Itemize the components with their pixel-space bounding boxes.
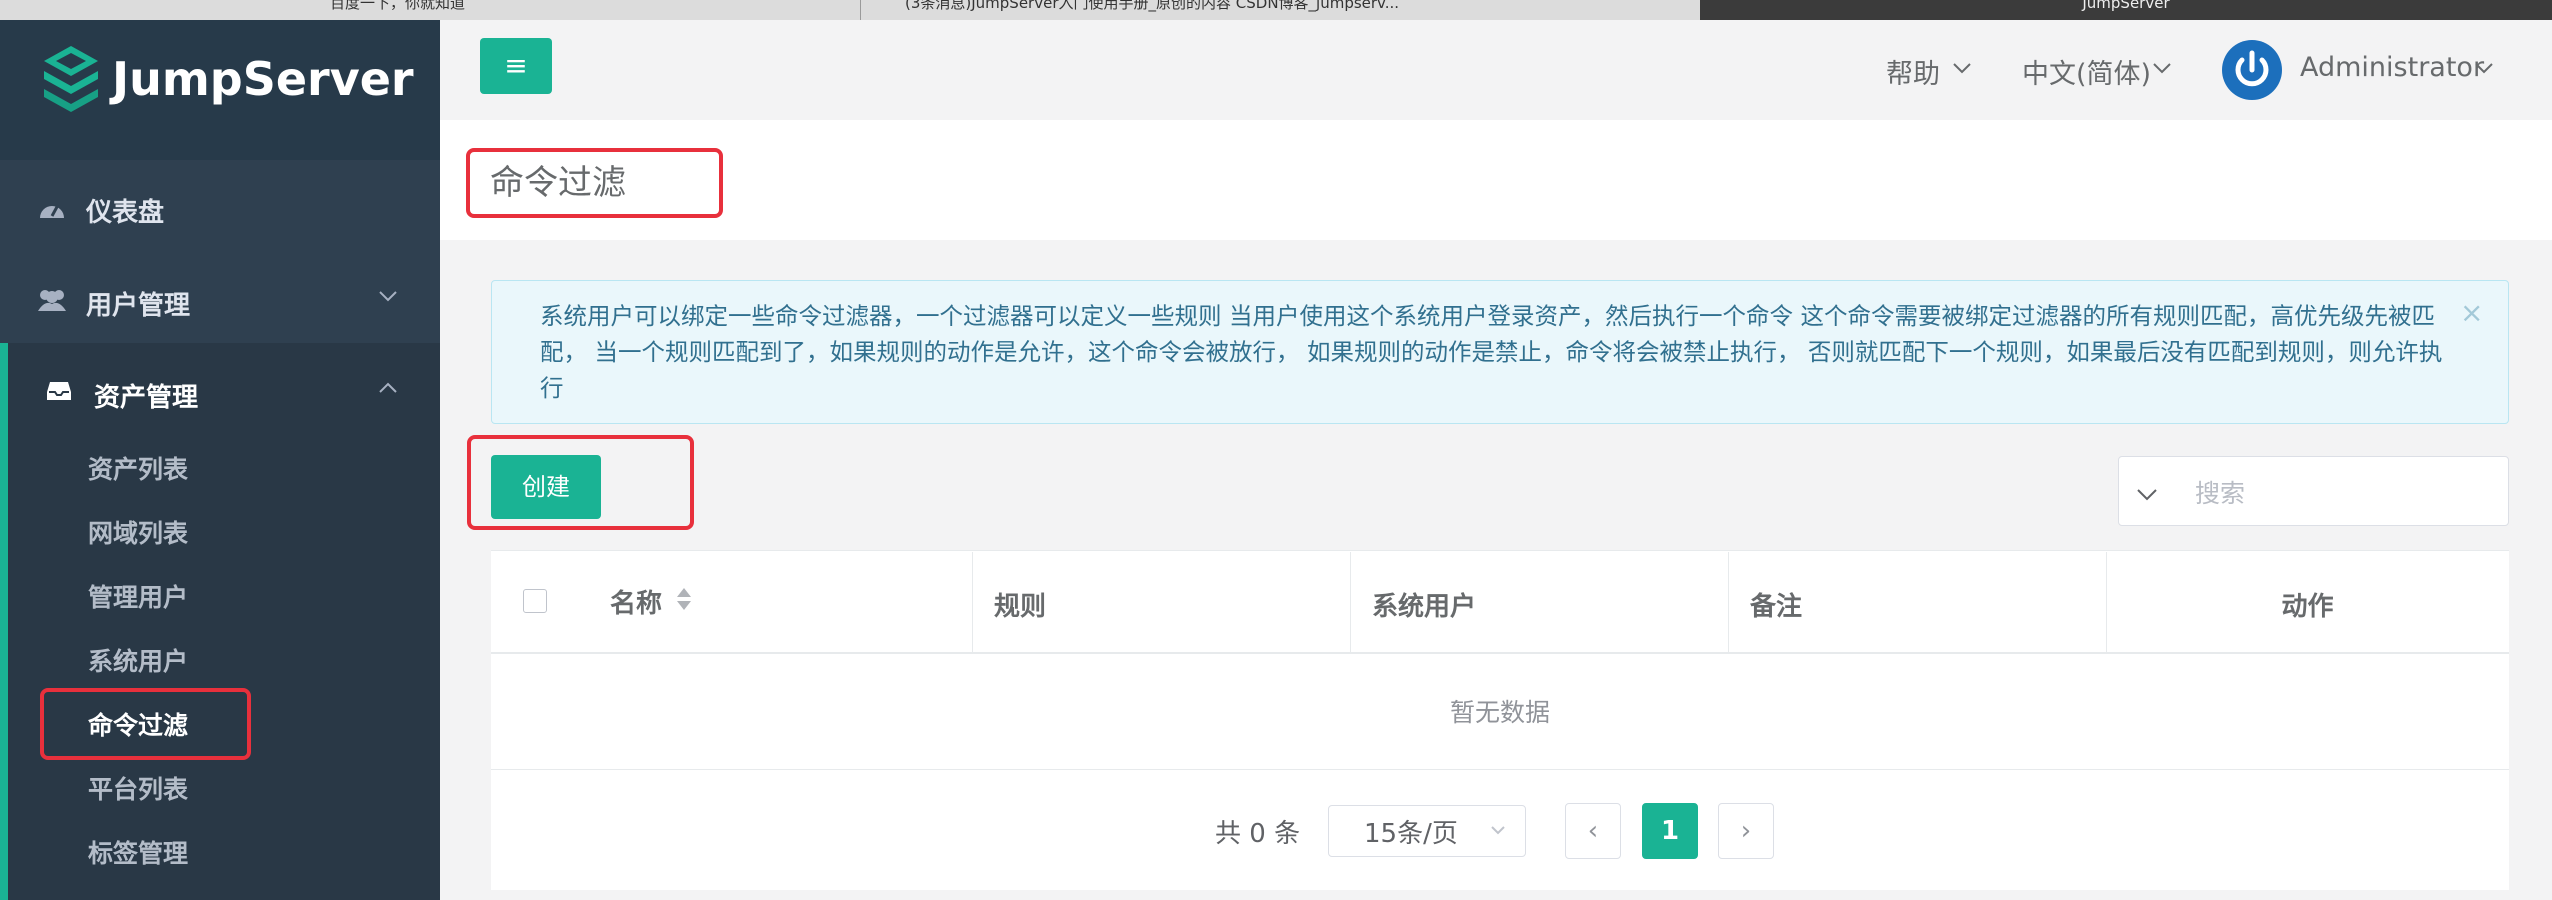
chevron-down-icon xyxy=(2475,63,2493,74)
select-all-checkbox[interactable] xyxy=(523,589,547,613)
sidebar-item-label: 用户管理 xyxy=(86,291,191,321)
chevron-down-icon xyxy=(1953,63,1971,74)
column-header-name[interactable]: 名称 xyxy=(610,583,662,620)
pagination-total: 共 0 条 xyxy=(1215,819,1301,849)
column-divider xyxy=(1350,552,1351,652)
logo-text[interactable]: JumpServer xyxy=(112,52,414,106)
search-placeholder: 搜索 xyxy=(2195,479,2246,508)
sidebar-subitem-label-management[interactable]: 标签管理 xyxy=(88,834,188,870)
close-icon[interactable]: × xyxy=(2460,296,2483,329)
sidebar-subitem-domain-list[interactable]: 网域列表 xyxy=(88,514,188,550)
jumpserver-logo-icon xyxy=(44,46,98,112)
sidebar-item-dashboard[interactable] xyxy=(0,165,440,255)
dashboard-icon xyxy=(40,204,64,218)
page-size-value: 15条/页 xyxy=(1364,819,1458,849)
users-icon xyxy=(38,290,66,311)
browser-tab-title: JumpServer xyxy=(2082,0,2170,12)
column-header-rules: 规则 xyxy=(994,592,1047,622)
sidebar-subitem-admin-user[interactable]: 管理用户 xyxy=(88,578,188,614)
hamburger-icon: ≡ xyxy=(504,49,528,82)
menu-toggle-button[interactable]: ≡ xyxy=(480,38,552,94)
browser-tab-title: (3条消息)JumpServer入门使用手册_原创的内容 CSDN博客_jump… xyxy=(905,0,1400,12)
column-divider xyxy=(1728,552,1729,652)
next-page-button[interactable]: › xyxy=(1718,803,1774,859)
sidebar-item-asset-management[interactable]: 资产管理 xyxy=(94,377,198,414)
column-header-comment: 备注 xyxy=(1750,592,1803,622)
browser-tab[interactable]: 百度一下，你就知道 xyxy=(330,0,830,20)
page-number-button[interactable]: 1 xyxy=(1642,803,1698,859)
sidebar-item-label: 仪表盘 xyxy=(86,198,165,228)
sidebar-subitem-system-user[interactable]: 系统用户 xyxy=(88,642,188,678)
chevron-down-icon[interactable] xyxy=(2136,488,2158,502)
chevron-down-icon xyxy=(1491,826,1505,835)
avatar[interactable] xyxy=(2222,40,2282,100)
sidebar-subitem-asset-list[interactable]: 资产列表 xyxy=(88,450,188,486)
chevron-down-icon xyxy=(379,291,397,302)
user-menu[interactable]: Administrator xyxy=(2300,52,2484,83)
highlight-box-create xyxy=(467,435,694,530)
sidebar-section-asset-management xyxy=(0,343,440,900)
sidebar-subitem-platform-list[interactable]: 平台列表 xyxy=(88,770,188,806)
table-empty-text: 暂无数据 xyxy=(491,655,2509,770)
page-heading xyxy=(440,120,2552,240)
browser-tab-title: 百度一下，你就知道 xyxy=(330,0,466,12)
inbox-icon xyxy=(47,382,71,400)
column-header-actions: 动作 xyxy=(2281,592,2334,622)
highlight-box-page-title xyxy=(466,148,723,218)
column-header-system-user: 系统用户 xyxy=(1372,592,1477,622)
column-divider xyxy=(972,552,973,652)
sort-icon[interactable] xyxy=(676,586,692,612)
help-menu[interactable]: 帮助 xyxy=(1886,52,1940,91)
search-input[interactable] xyxy=(2118,456,2509,526)
chevron-down-icon xyxy=(2153,63,2171,74)
language-menu[interactable]: 中文(简体) xyxy=(2022,52,2151,91)
tab-divider xyxy=(860,0,861,20)
browser-tab-active[interactable]: JumpServer xyxy=(1700,0,2552,20)
info-alert-text: 系统用户可以绑定一些命令过滤器，一个过滤器可以定义一些规则 当用户使用这个系统用… xyxy=(540,302,2443,402)
chevron-up-icon xyxy=(379,382,397,393)
highlight-box-command-filter xyxy=(40,688,251,760)
browser-tab[interactable]: (3条消息)JumpServer入门使用手册_原创的内容 CSDN博客_jump… xyxy=(905,0,1665,20)
prev-page-button[interactable]: ‹ xyxy=(1565,803,1621,859)
